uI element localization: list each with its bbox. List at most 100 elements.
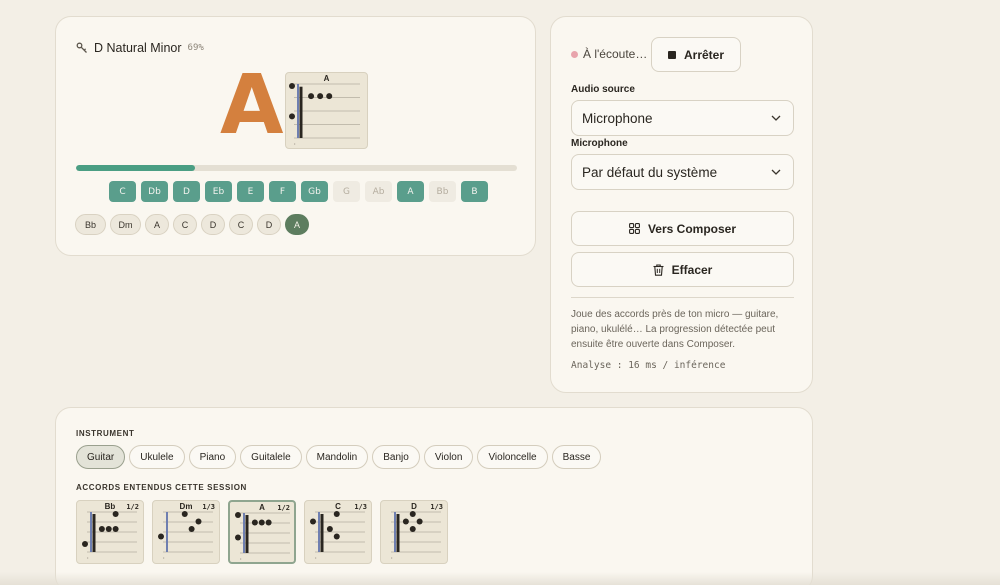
finger-dot xyxy=(310,518,316,525)
listen-status-text: À l'écoute… xyxy=(583,47,648,61)
scroll-fade xyxy=(0,572,1000,585)
controls-panel: À l'écoute… Arrêter Audio source Microph… xyxy=(550,16,813,393)
instrument-selector: Guitar Ukulele Piano Guitalele Mandolin Banjo… xyxy=(76,445,602,469)
scale-note-gb: Gb xyxy=(301,181,328,202)
recording-dot-icon xyxy=(571,50,578,58)
history-chord-chip[interactable]: Dm xyxy=(110,214,141,235)
clear-label: Effacer xyxy=(671,262,713,277)
fret-marker: • xyxy=(87,555,89,560)
audio-source-select[interactable]: Microphone xyxy=(571,100,794,136)
detector-card: D Natural Minor 69% A A • C Db D Eb E F Gb G Ab A… xyxy=(55,16,536,256)
instrument-violon[interactable]: Violon xyxy=(423,445,474,469)
instrument-piano[interactable]: Piano xyxy=(188,445,237,469)
instrument-card: INSTRUMENT Guitar Ukulele Piano Guitalele Ma… xyxy=(55,407,813,585)
finger-dot xyxy=(289,113,295,120)
chevron-down-icon xyxy=(771,115,781,121)
finger-dot xyxy=(105,526,112,532)
scale-note-eb: Eb xyxy=(205,181,232,202)
finger-dot xyxy=(195,518,202,525)
instrument-guitar[interactable]: Guitar xyxy=(76,445,126,469)
scale-note-g: G xyxy=(333,181,360,202)
finger-dot xyxy=(402,518,409,525)
heard-chord-card[interactable]: D 1/3 • xyxy=(380,500,448,564)
scale-note-b: B xyxy=(461,181,488,202)
history-chord-chip[interactable]: D xyxy=(257,214,281,235)
finger-dot xyxy=(409,511,416,517)
history-chord-chip[interactable]: Bb xyxy=(75,214,106,235)
heard-chord-card[interactable]: Bb 1/2 • xyxy=(76,500,144,564)
help-text: Joue des accords près de ton micro — gui… xyxy=(571,309,779,350)
instrument-mandolin[interactable]: Mandolin xyxy=(305,445,369,469)
instrument-banjo[interactable]: Banjo xyxy=(372,445,420,469)
heard-chords-row: Bb 1/2 • Dm 1/3 • A 1/2 • C 1/3 • D 1/3 • xyxy=(76,500,448,564)
finger-dot xyxy=(333,533,340,540)
chord-diagram-grid: • xyxy=(158,511,213,560)
finger-dot xyxy=(416,518,423,525)
scale-note-e: E xyxy=(237,181,264,202)
scale-note-c: C xyxy=(109,181,136,202)
fret-marker: • xyxy=(315,555,317,560)
chord-diagram-grid: • xyxy=(289,83,360,146)
scale-note-a: A xyxy=(397,181,424,202)
stop-button[interactable]: Arrêter xyxy=(651,37,741,72)
key-icon xyxy=(76,42,87,53)
scale-note-f: F xyxy=(269,181,296,202)
trash-icon xyxy=(653,263,664,276)
history-chord-chip[interactable]: D xyxy=(201,214,225,235)
history-chord-chip[interactable]: A xyxy=(285,214,309,235)
stop-icon xyxy=(667,50,676,59)
instrument-section-label: INSTRUMENT xyxy=(76,429,135,438)
microphone-value: Par défaut du système xyxy=(582,164,718,180)
finger-dot xyxy=(326,526,333,532)
microphone-select[interactable]: Par défaut du système xyxy=(571,154,794,190)
heard-chord-card[interactable]: C 1/3 • xyxy=(304,500,372,564)
finger-dot xyxy=(251,519,258,526)
finger-dot xyxy=(317,93,324,100)
chevron-down-icon xyxy=(771,169,781,175)
scale-notes-row: C Db D Eb E F Gb G Ab A Bb B xyxy=(109,181,488,202)
finger-dot xyxy=(82,541,88,547)
instrument-basse[interactable]: Basse xyxy=(551,445,602,469)
chord-history-row: Bb Dm A C D C D A xyxy=(75,214,309,235)
finger-dot xyxy=(158,533,164,540)
history-chord-chip[interactable]: A xyxy=(145,214,169,235)
audio-source-value: Microphone xyxy=(582,110,653,126)
grid-icon xyxy=(629,223,640,234)
instrument-ukulele[interactable]: Ukulele xyxy=(129,445,185,469)
instrument-guitalele[interactable]: Guitalele xyxy=(240,445,302,469)
scale-note-db: Db xyxy=(141,181,168,202)
scale-name: D Natural Minor xyxy=(94,41,182,55)
instrument-violoncelle[interactable]: Violoncelle xyxy=(477,445,548,469)
history-chord-chip[interactable]: C xyxy=(229,214,253,235)
audio-source-label: Audio source xyxy=(571,84,635,95)
fret-marker: • xyxy=(294,141,296,146)
scale-note-ab: Ab xyxy=(365,181,392,202)
fret-marker: • xyxy=(391,555,393,560)
scale-confidence: 69% xyxy=(187,43,204,53)
finger-dot xyxy=(235,534,241,541)
finger-dot xyxy=(112,511,119,517)
fret-marker: • xyxy=(163,555,165,560)
chord-diagram-grid: • xyxy=(310,511,365,560)
to-composer-label: Vers Composer xyxy=(647,221,737,236)
stability-progress-fill xyxy=(76,165,196,171)
finger-dot xyxy=(258,519,265,526)
divider xyxy=(571,297,794,298)
finger-dot xyxy=(333,511,340,517)
chord-diagram-grid: • xyxy=(235,512,290,561)
finger-dot xyxy=(326,93,333,100)
finger-dot xyxy=(112,526,119,532)
history-chord-chip[interactable]: C xyxy=(173,214,197,235)
heard-chord-card[interactable]: A 1/2 • xyxy=(228,500,296,564)
scale-note-bb: Bb xyxy=(429,181,456,202)
finger-dot xyxy=(98,526,105,532)
to-composer-button[interactable]: Vers Composer xyxy=(571,211,794,246)
scale-line: D Natural Minor 69% xyxy=(76,41,204,55)
chord-diagram-grid: • xyxy=(391,511,441,560)
heard-chord-card[interactable]: Dm 1/3 • xyxy=(152,500,220,564)
finger-dot xyxy=(235,512,241,518)
chord-diagram-grid: • xyxy=(82,511,137,560)
finger-dot xyxy=(265,519,272,526)
clear-button[interactable]: Effacer xyxy=(571,252,794,287)
stability-progress-track xyxy=(76,165,517,171)
